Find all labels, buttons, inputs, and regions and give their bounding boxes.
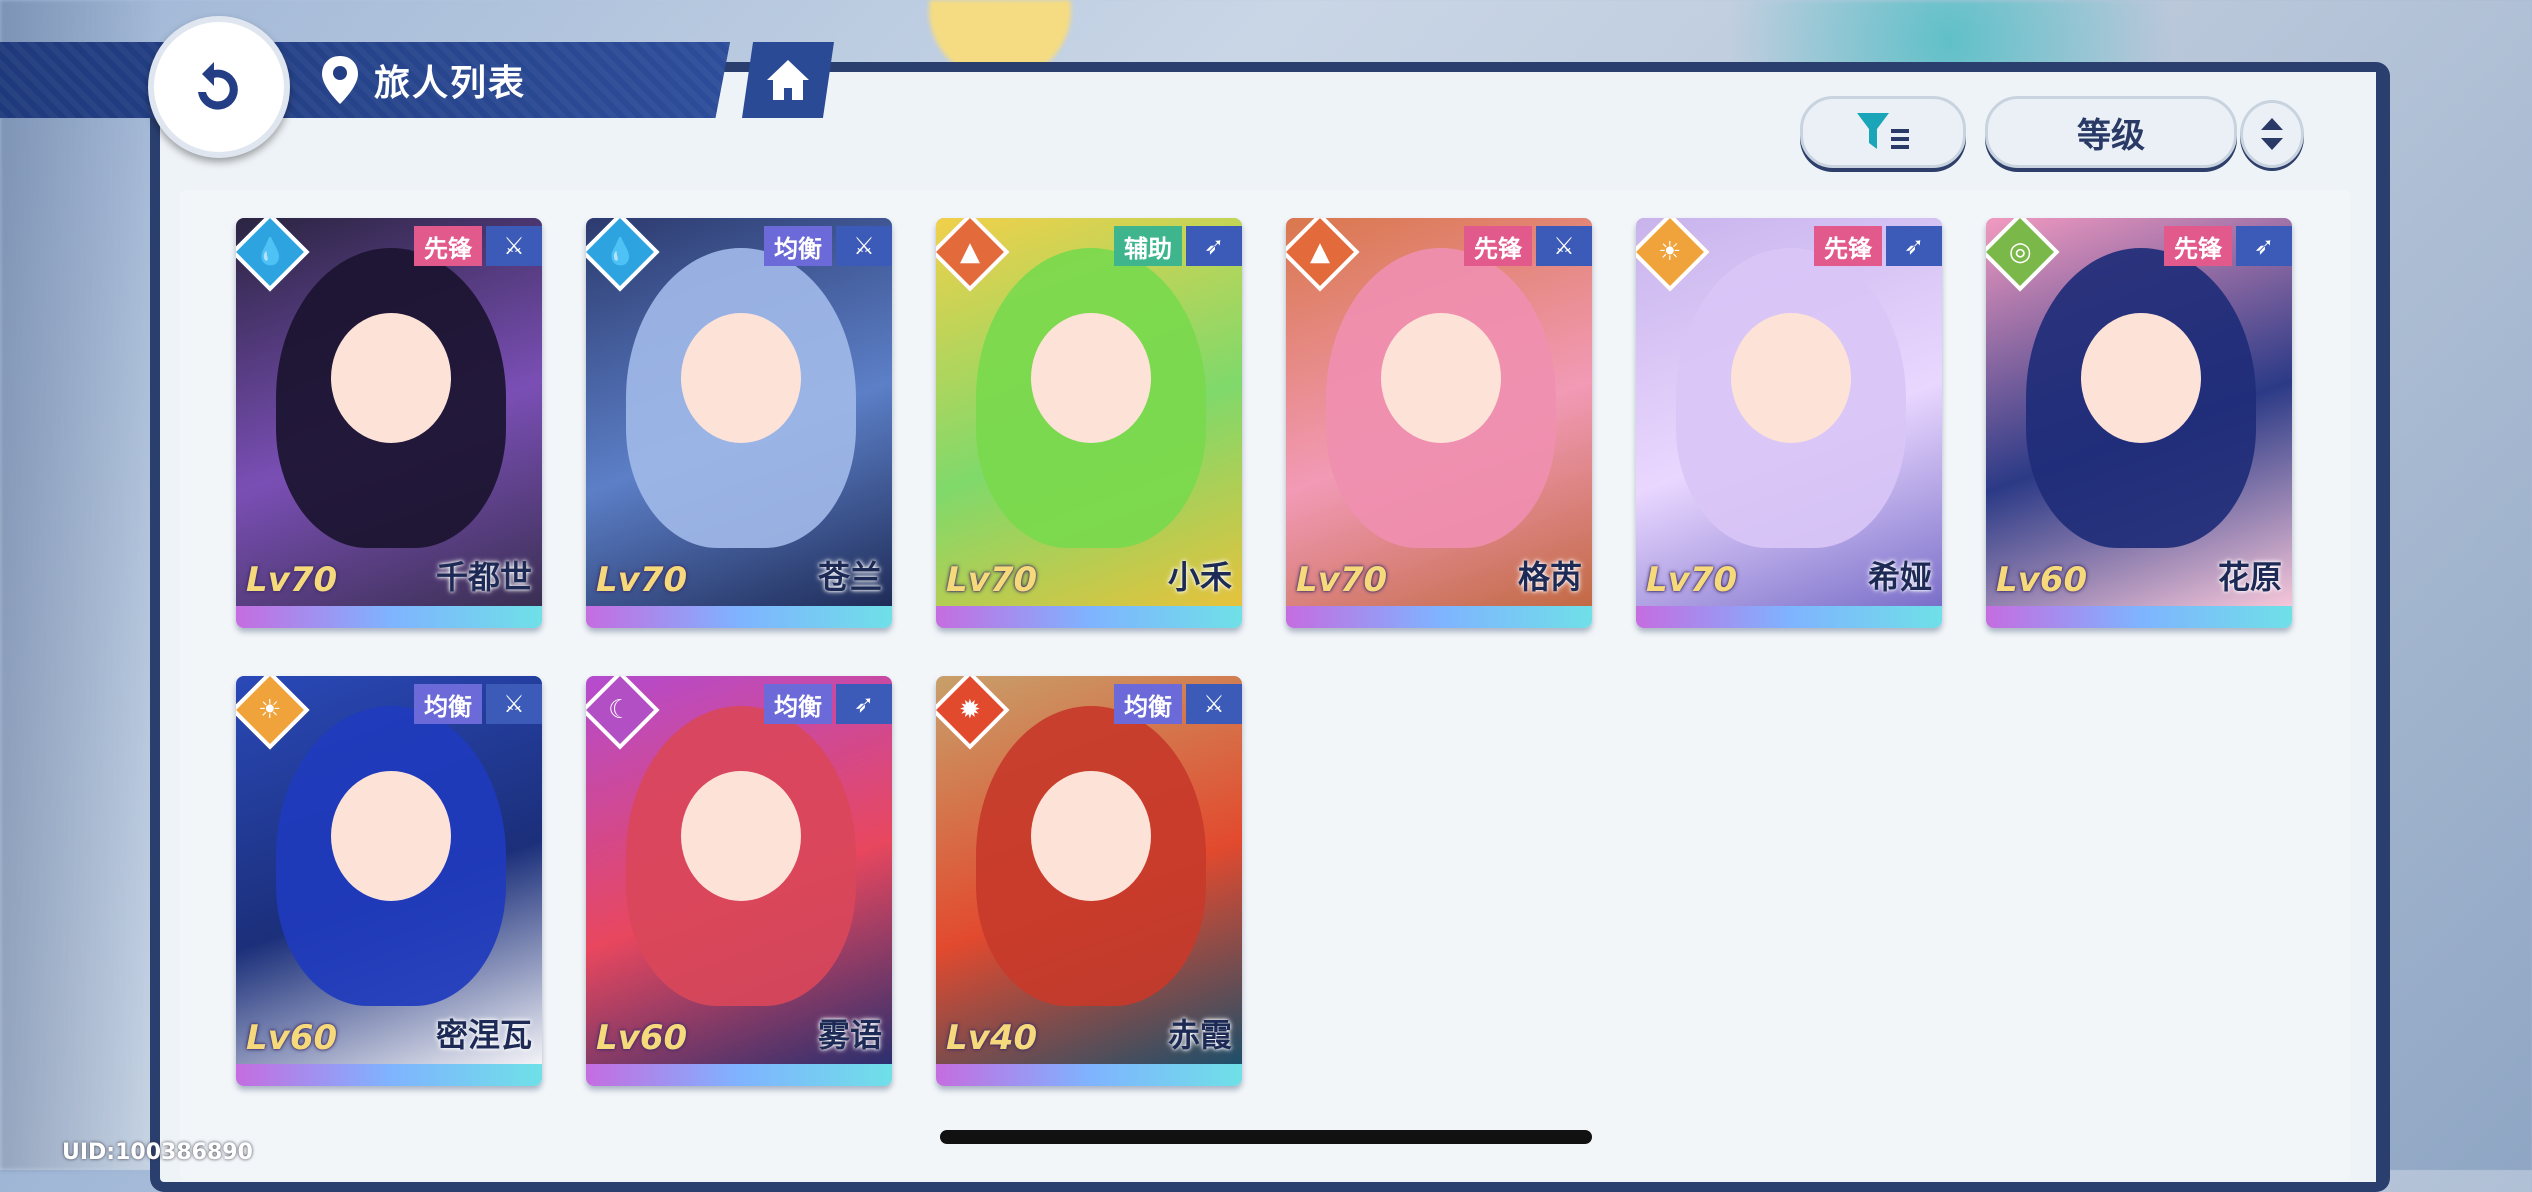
level-label: Lv70 [1646,560,1738,600]
card-bottom-bar [1986,606,2292,628]
character-name: 小禾 [1167,558,1232,596]
back-arrow-icon [198,62,238,110]
back-button[interactable] [148,16,290,158]
portrait-face [331,771,451,901]
role-badge: 先锋 [414,226,482,266]
portrait-face [681,771,801,901]
level-label: Lv60 [596,1018,688,1058]
character-name: 希娅 [1867,558,1932,596]
character-card[interactable]: ◎ 先锋 ➶ Lv60 花原 [1986,218,2292,628]
portrait-face [331,313,451,443]
character-name: 格芮 [1517,558,1582,596]
role-badge: 均衡 [1114,684,1182,724]
character-card[interactable]: ▲ 辅助 ➶ Lv70 小禾 [936,218,1242,628]
character-card[interactable]: 💧 均衡 ⚔ Lv70 苍兰 [586,218,892,628]
character-card[interactable]: ▲ 先锋 ⚔ Lv70 格芮 [1286,218,1592,628]
card-bottom-bar [236,606,542,628]
portrait-face [1031,771,1151,901]
portrait-face [1731,313,1851,443]
level-label: Lv60 [246,1018,338,1058]
portrait-face [2081,313,2201,443]
filter-icon [1857,113,1909,149]
home-icon [767,60,809,100]
weapon-icon: ⚔ [1536,226,1592,266]
role-badge: 先锋 [1464,226,1532,266]
role-badge: 均衡 [414,684,482,724]
role-badge: 先锋 [1814,226,1882,266]
location-pin-icon [322,56,358,104]
character-card[interactable]: ☀ 均衡 ⚔ Lv60 密涅瓦 [236,676,542,1086]
home-indicator[interactable] [940,1130,1592,1144]
character-name: 千都世 [435,558,532,596]
role-badge: 先锋 [2164,226,2232,266]
weapon-icon: ⚔ [486,684,542,724]
role-badge: 均衡 [764,684,832,724]
weapon-icon: ➶ [2236,226,2292,266]
card-bottom-bar [936,606,1242,628]
portrait-face [1031,313,1151,443]
weapon-icon: ➶ [836,684,892,724]
card-bottom-bar [236,1064,542,1086]
level-label: Lv70 [1296,560,1388,600]
weapon-icon: ⚔ [836,226,892,266]
portrait-face [681,313,801,443]
level-label: Lv70 [596,560,688,600]
weapon-icon: ➶ [1886,226,1942,266]
character-card[interactable]: 💧 先锋 ⚔ Lv70 千都世 [236,218,542,628]
weapon-icon: ➶ [1186,226,1242,266]
character-name: 雾语 [817,1016,882,1054]
sort-by-label: 等级 [2077,115,2145,156]
level-label: Lv60 [1996,560,2088,600]
card-bottom-bar [586,606,892,628]
weapon-icon: ⚔ [486,226,542,266]
character-name: 密涅瓦 [435,1016,532,1054]
character-card[interactable]: ✹ 均衡 ⚔ Lv40 赤霞 [936,676,1242,1086]
role-badge: 均衡 [764,226,832,266]
card-bottom-bar [586,1064,892,1086]
page-title-group: 旅人列表 [320,48,526,112]
home-button[interactable] [742,42,834,118]
sort-by-dropdown[interactable]: 等级 [1985,96,2237,168]
character-name: 花原 [2217,558,2282,596]
portrait-face [1381,313,1501,443]
character-card[interactable]: ☀ 先锋 ➶ Lv70 希娅 [1636,218,1942,628]
weapon-icon: ⚔ [1186,684,1242,724]
card-bottom-bar [1286,606,1592,628]
level-label: Lv40 [946,1018,1038,1058]
character-name: 赤霞 [1167,1016,1232,1054]
card-bottom-bar [1636,606,1942,628]
role-badge: 辅助 [1114,226,1182,266]
character-name: 苍兰 [817,558,882,596]
filter-button[interactable] [1800,96,1966,168]
level-label: Lv70 [246,560,338,600]
page-title: 旅人列表 [374,63,527,104]
uid-label: UID:100386890 [62,1140,253,1165]
level-label: Lv70 [946,560,1038,600]
sort-order-icon [2261,118,2283,150]
card-bottom-bar [936,1064,1242,1086]
sort-order-toggle[interactable] [2240,100,2304,168]
character-card[interactable]: ☾ 均衡 ➶ Lv60 雾语 [586,676,892,1086]
